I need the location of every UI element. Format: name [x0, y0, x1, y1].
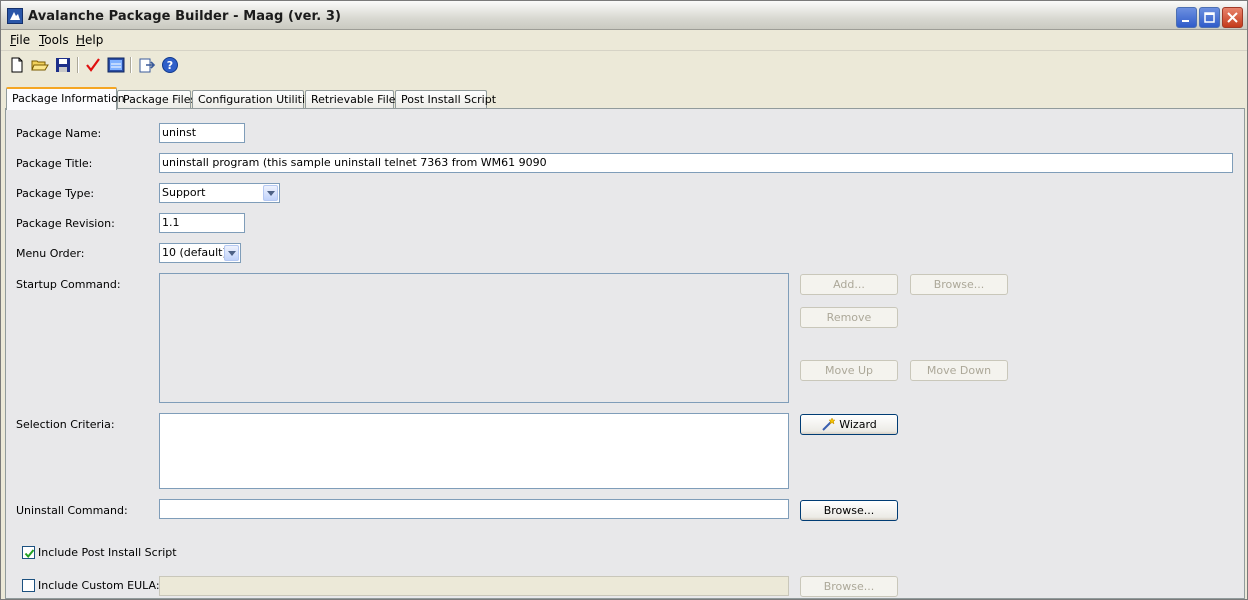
move-down-button[interactable]: Move Down — [910, 360, 1008, 381]
package-information-panel: Package Name: uninst Package Title: unin… — [5, 108, 1245, 599]
package-name-label: Package Name: — [16, 127, 102, 140]
menu-tools[interactable]: Tools — [39, 33, 69, 47]
menu-order-label: Menu Order: — [16, 247, 85, 260]
minimize-button[interactable] — [1176, 7, 1197, 28]
selection-criteria-label: Selection Criteria: — [16, 418, 115, 431]
menu-order-select[interactable]: 10 (default) — [159, 243, 241, 263]
tab-package-information[interactable]: Package Information — [6, 87, 125, 110]
open-folder-icon[interactable] — [31, 56, 49, 74]
title-bar[interactable]: Avalanche Package Builder - Maag (ver. 3… — [1, 1, 1247, 30]
tab-post-install-script[interactable]: Post Install Script — [395, 90, 496, 109]
help-icon[interactable]: ? — [161, 56, 179, 74]
package-type-select[interactable]: Support — [159, 183, 280, 203]
export-icon[interactable] — [138, 56, 156, 74]
package-title-input[interactable]: uninstall program (this sample uninstall… — [159, 153, 1233, 173]
tab-configuration-utilities[interactable]: Configuration Utilities — [192, 90, 318, 109]
package-name-input[interactable]: uninst — [159, 123, 245, 143]
add-button[interactable]: Add... — [800, 274, 898, 295]
minimize-icon — [1182, 20, 1189, 22]
chevron-down-icon[interactable] — [263, 185, 278, 201]
close-button[interactable] — [1222, 7, 1243, 28]
wizard-label: Wizard — [839, 418, 877, 431]
menu-bar: File Tools Help — [1, 30, 1247, 51]
toolbar-separator — [130, 57, 132, 73]
include-post-install-checkbox[interactable] — [22, 546, 35, 559]
browse-uninstall-button[interactable]: Browse... — [800, 500, 898, 521]
new-file-icon[interactable] — [8, 56, 26, 74]
browse-eula-button[interactable]: Browse... — [800, 576, 898, 597]
close-icon — [1227, 12, 1238, 23]
app-window: Avalanche Package Builder - Maag (ver. 3… — [0, 0, 1248, 600]
include-eula-checkbox[interactable] — [22, 579, 35, 592]
move-up-button[interactable]: Move Up — [800, 360, 898, 381]
include-post-install-label[interactable]: Include Post Install Script — [38, 546, 177, 559]
menu-file[interactable]: File — [10, 33, 30, 47]
package-revision-label: Package Revision: — [16, 217, 115, 230]
tab-strip: Package Information Package Files Config… — [1, 86, 1247, 110]
tab-retrievable-files[interactable]: Retrievable Files — [305, 90, 401, 109]
maximize-button[interactable] — [1199, 7, 1220, 28]
uninstall-command-input[interactable] — [159, 499, 789, 519]
package-icon[interactable] — [107, 56, 125, 74]
svg-text:?: ? — [167, 59, 173, 72]
wizard-button[interactable]: Wizard — [800, 414, 898, 435]
checkmark-icon — [24, 549, 35, 559]
toolbar-separator — [77, 57, 79, 73]
menu-help[interactable]: Help — [76, 33, 103, 47]
eula-path-input[interactable] — [159, 576, 789, 596]
startup-command-list[interactable] — [159, 273, 789, 403]
selection-criteria-textarea[interactable] — [159, 413, 789, 489]
package-revision-input[interactable]: 1.1 — [159, 213, 245, 233]
checkmark-icon[interactable] — [84, 56, 102, 74]
uninstall-command-label: Uninstall Command: — [16, 504, 128, 517]
package-title-label: Package Title: — [16, 157, 93, 170]
toolbar: ? — [1, 52, 1247, 78]
tab-package-files[interactable]: Package Files — [117, 90, 196, 109]
remove-button[interactable]: Remove — [800, 307, 898, 328]
startup-command-label: Startup Command: — [16, 278, 121, 291]
window-title: Avalanche Package Builder - Maag (ver. 3… — [28, 9, 342, 24]
avalanche-app-icon — [7, 8, 23, 24]
package-type-value: Support — [162, 186, 206, 199]
menu-order-value: 10 (default) — [162, 246, 227, 259]
browse-startup-button[interactable]: Browse... — [910, 274, 1008, 295]
save-icon[interactable] — [54, 56, 72, 74]
wizard-wand-icon — [822, 417, 836, 431]
chevron-down-icon[interactable] — [224, 245, 239, 261]
include-eula-label[interactable]: Include Custom EULA: — [38, 579, 160, 592]
package-type-label: Package Type: — [16, 187, 95, 200]
maximize-icon — [1204, 12, 1215, 23]
